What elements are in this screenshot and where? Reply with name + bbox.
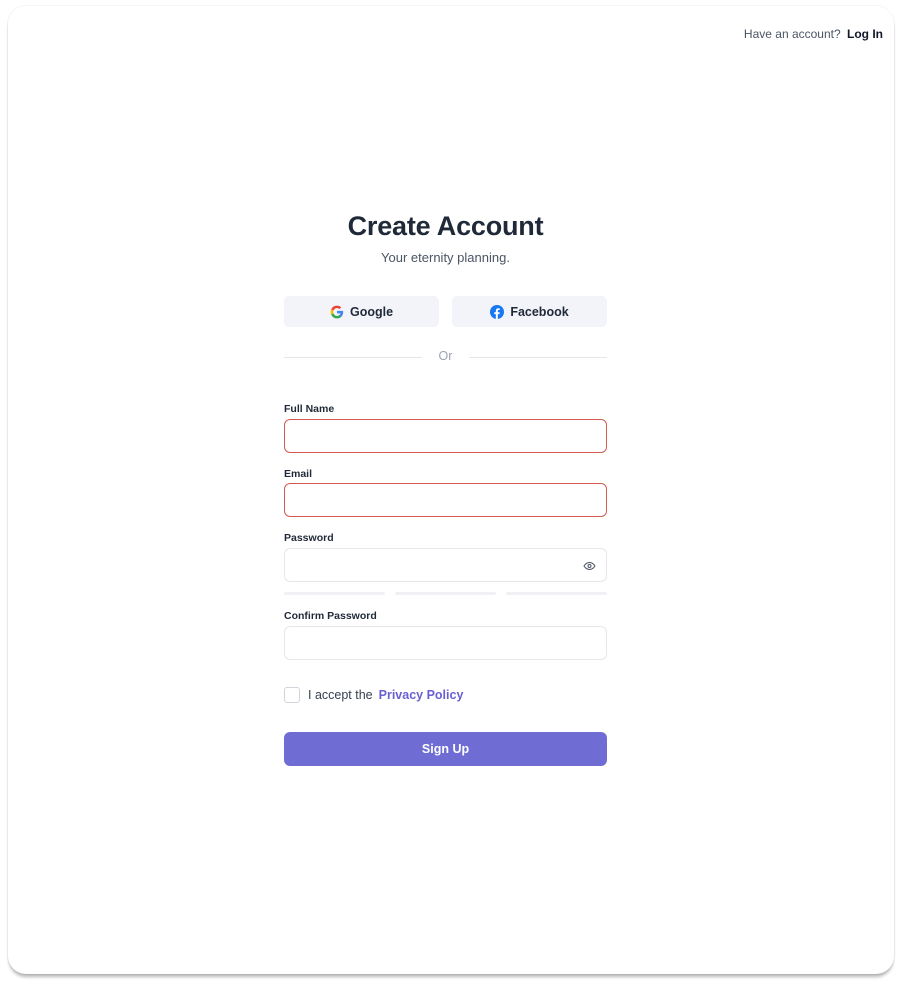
password-strength-meter xyxy=(284,592,607,595)
email-field-wrapper xyxy=(284,483,607,517)
privacy-policy-link[interactable]: Privacy Policy xyxy=(379,688,464,702)
facebook-label: Facebook xyxy=(510,304,569,319)
sign-up-button[interactable]: Sign Up xyxy=(284,732,607,766)
confirm-password-field-wrapper xyxy=(284,626,607,660)
google-signin-button[interactable]: Google xyxy=(284,296,439,327)
divider-text: Or xyxy=(438,349,453,363)
facebook-signin-button[interactable]: Facebook xyxy=(452,296,607,327)
password-field-wrapper xyxy=(284,548,607,582)
google-label: Google xyxy=(349,304,394,319)
strength-segment xyxy=(395,592,496,595)
strength-segment xyxy=(284,592,385,595)
privacy-checkbox[interactable] xyxy=(284,687,300,703)
page-subtitle: Your eternity planning. xyxy=(381,250,510,265)
login-prompt: Have an account? Log In xyxy=(744,27,883,41)
login-link[interactable]: Log In xyxy=(847,27,883,41)
google-icon xyxy=(330,305,344,319)
full-name-label: Full Name xyxy=(284,403,335,415)
email-label: Email xyxy=(284,468,313,480)
eye-icon[interactable] xyxy=(583,559,596,571)
privacy-consent-row: I accept the Privacy Policy xyxy=(284,686,463,704)
privacy-prefix-text: I accept the xyxy=(308,688,373,702)
email-input[interactable] xyxy=(285,484,606,516)
page-title: Create Account xyxy=(347,211,544,241)
facebook-icon xyxy=(490,304,505,319)
strength-segment xyxy=(506,592,607,595)
signup-window: Have an account? Log In Create Account Y… xyxy=(8,6,894,974)
password-input[interactable] xyxy=(285,549,606,581)
or-divider: Or xyxy=(284,349,607,367)
divider-line-right xyxy=(469,357,607,358)
confirm-password-input[interactable] xyxy=(285,627,606,659)
full-name-input[interactable] xyxy=(285,420,606,452)
password-label: Password xyxy=(284,532,334,544)
confirm-password-label: Confirm Password xyxy=(284,610,377,622)
login-prompt-text: Have an account? xyxy=(743,27,841,41)
full-name-field-wrapper xyxy=(284,419,607,453)
